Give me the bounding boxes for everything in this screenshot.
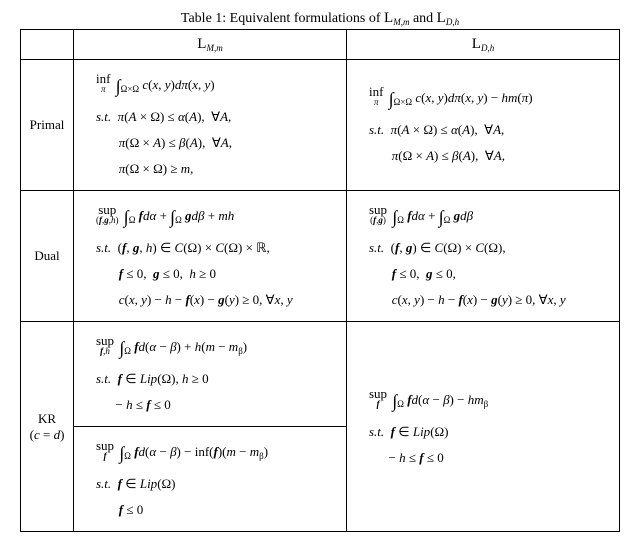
row-label-primal: Primal (21, 60, 74, 191)
header-col1: LM,m (74, 30, 347, 60)
formulation-table: LM,m LD,h Primal infπ Ω×Ω c(x, y)dπ(x, y… (20, 29, 620, 532)
cell-kr-Mm-a: supf,h Ω fd(α − β) + h(m − mβ) s.t. f ∈ … (74, 322, 347, 427)
cell-dual-Dh: sup(f,g) Ω fdα + Ω gdβ s.t. (f, g) ∈ C(Ω… (347, 191, 620, 322)
cell-kr-Dh: supf Ω fd(α − β) − hmβ s.t. f ∈ Lip(Ω) −… (347, 322, 620, 532)
table-caption: Table 1: Equivalent formulations of LM,m… (20, 10, 620, 27)
cell-primal-Mm: infπ Ω×Ω c(x, y)dπ(x, y) s.t. π(A × Ω) ≤… (74, 60, 347, 191)
cell-primal-Dh: infπ Ω×Ω c(x, y)dπ(x, y) − hm(π) s.t. π(… (347, 60, 620, 191)
header-col2: LD,h (347, 30, 620, 60)
row-label-kr: KR(c = d) (21, 322, 74, 532)
row-label-dual: Dual (21, 191, 74, 322)
cell-dual-Mm: sup(f,g,h) Ω fdα + Ω gdβ + mh s.t. (f, g… (74, 191, 347, 322)
cell-kr-Mm-b: supf Ω fd(α − β) − inf(f)(m − mβ) s.t. f… (74, 427, 347, 532)
header-empty (21, 30, 74, 60)
